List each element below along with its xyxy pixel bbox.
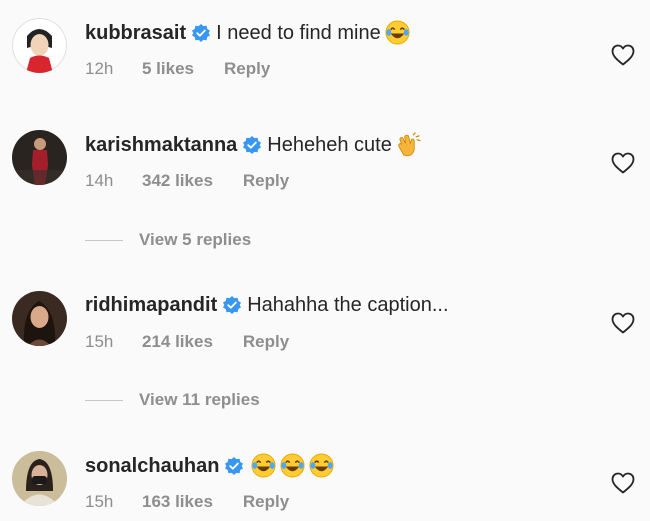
- avatar[interactable]: [12, 18, 67, 73]
- verified-badge-icon: [223, 296, 242, 314]
- heart-icon[interactable]: [611, 152, 635, 174]
- view-replies-label: View 5 replies: [139, 230, 252, 249]
- comment-text: Heheheh cute: [267, 133, 392, 156]
- likes-count[interactable]: 163 likes: [142, 492, 213, 512]
- avatar[interactable]: [12, 451, 67, 506]
- verified-badge-icon: [225, 456, 244, 475]
- reply-button[interactable]: Reply: [224, 59, 270, 79]
- divider: [85, 399, 123, 401]
- view-replies-button[interactable]: View 5 replies: [85, 228, 251, 252]
- verified-badge-icon: [243, 135, 262, 154]
- timestamp: 15h: [85, 332, 114, 351]
- reply-button[interactable]: Reply: [243, 332, 289, 352]
- verified-badge-icon: [192, 23, 211, 42]
- timestamp: 12h: [85, 59, 114, 78]
- clapping-hands-icon: [396, 132, 421, 157]
- username[interactable]: kubbrasait: [85, 21, 186, 45]
- likes-count[interactable]: 214 likes: [142, 332, 213, 352]
- comment-item: ridhimapandit Hahahha the caption... 15h…: [0, 291, 650, 351]
- face-with-tears-of-joy-icon: [385, 20, 410, 45]
- view-replies-label: View 11 replies: [139, 390, 260, 409]
- heart-icon[interactable]: [611, 44, 635, 66]
- face-with-tears-of-joy-icon: [251, 453, 277, 478]
- timestamp: 14h: [85, 171, 114, 190]
- username[interactable]: sonalchauhan: [85, 454, 219, 478]
- comment-text: I need to find mine: [216, 21, 381, 44]
- reply-button[interactable]: Reply: [243, 492, 289, 512]
- likes-count[interactable]: 5 likes: [142, 59, 194, 79]
- comment-text: Hahahha the caption...: [247, 294, 449, 316]
- heart-icon[interactable]: [611, 472, 635, 494]
- username[interactable]: karishmaktanna: [85, 133, 237, 157]
- avatar[interactable]: [12, 130, 67, 185]
- face-with-tears-of-joy-icon: [280, 453, 306, 478]
- face-with-tears-of-joy-icon: [309, 453, 335, 478]
- view-replies-button[interactable]: View 11 replies: [85, 388, 260, 412]
- likes-count[interactable]: 342 likes: [142, 171, 213, 191]
- timestamp: 15h: [85, 492, 114, 511]
- comment-item: kubbrasait I need to find mine 12h 5 lik…: [0, 18, 650, 78]
- username[interactable]: ridhimapandit: [85, 293, 217, 317]
- comment-item: sonalchauhan 15h 163 likes Reply: [0, 451, 650, 511]
- divider: [85, 239, 123, 241]
- reply-button[interactable]: Reply: [243, 171, 289, 191]
- avatar[interactable]: [12, 291, 67, 346]
- comment-item: karishmaktanna Heheheh cute 14h 342 like…: [0, 130, 650, 190]
- heart-icon[interactable]: [611, 312, 635, 334]
